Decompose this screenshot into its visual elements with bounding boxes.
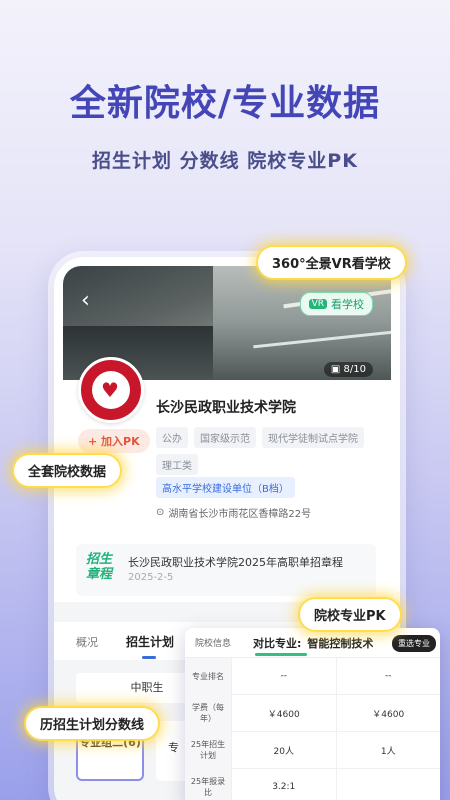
notice-date: 2025-2-5 <box>128 572 174 583</box>
heart-icon: ♥ <box>101 378 119 402</box>
back-chevron-icon[interactable]: ‹ <box>81 290 90 312</box>
page-headline: 全新院校/专业数据 <box>69 83 381 124</box>
compare-row-label: 25年招生计划 <box>185 731 231 769</box>
compare-row: 学费（每年） ￥4600 ￥4600 <box>185 694 441 732</box>
callout-pk: 院校专业PK <box>300 599 400 630</box>
tag-apprentice: 现代学徒制试点学院 <box>262 427 364 448</box>
reselect-major-button[interactable]: 重选专业 <box>392 635 436 652</box>
school-name: 长沙民政职业技术学院 <box>156 400 296 416</box>
compare-row-label: 25年报录比 <box>185 768 231 800</box>
compare-major-name: 智能控制技术 <box>307 636 374 650</box>
tab-plan-label: 招生计划 <box>126 635 175 649</box>
tag-national: 国家级示范 <box>194 427 256 448</box>
compare-value-a: -- <box>231 657 336 695</box>
compare-header: 院校信息 对比专业: 智能控制技术 重选专业 <box>185 628 440 658</box>
compare-value-b: 1人 <box>335 731 441 769</box>
notice-title: 长沙民政职业技术学院2025年高职单招章程 <box>128 556 343 569</box>
compare-col-label[interactable]: 对比专业: <box>253 635 301 651</box>
notice-badge: 招生章程 <box>86 552 113 582</box>
tag-science: 理工类 <box>156 454 198 475</box>
compare-value-b: -- <box>335 657 441 695</box>
callout-plan: 历招生计划分数线 <box>26 708 159 739</box>
photo-count-badge[interactable]: ▣ 8/10 <box>323 362 373 377</box>
tag-public: 公办 <box>156 427 188 448</box>
compare-value-a: ￥4600 <box>231 694 336 732</box>
vr-label: 看学校 <box>331 298 364 311</box>
school-address[interactable]: ⊙ 湖南省长沙市雨花区香樟路22号 <box>156 505 311 520</box>
tag-high-level: 高水平学校建设单位（B档） <box>156 477 295 498</box>
compare-value-a: 20人 <box>231 731 336 769</box>
tab-active-indicator <box>142 656 156 659</box>
callout-data: 全套院校数据 <box>14 455 121 486</box>
compare-row: 25年招生计划 20人 1人 <box>185 731 441 769</box>
vr-view-button[interactable]: VR 看学校 <box>299 292 373 316</box>
compare-value-b: ￥4600 <box>335 694 441 732</box>
tab-plan[interactable]: 招生计划 <box>98 622 174 660</box>
vr-tag: VR <box>308 299 327 309</box>
tab-overview[interactable]: 概况 <box>54 622 98 660</box>
school-logo: ♥ <box>78 357 144 423</box>
address-text: 湖南省长沙市雨花区香樟路22号 <box>168 509 312 520</box>
image-icon: ▣ <box>330 364 344 375</box>
school-tags: 公办 国家级示范 现代学徒制试点学院 理工类 <box>156 427 386 475</box>
compare-row-label: 专业排名 <box>185 657 231 695</box>
callout-vr: 360°全景VR看学校 <box>258 247 405 278</box>
page-subline: 招生计划 分数线 院校专业PK <box>92 150 358 172</box>
compare-row: 25年报录比 3.2:1 <box>185 768 441 800</box>
major-compare-panel: 院校信息 对比专业: 智能控制技术 重选专业 专业排名 -- -- 学费（每年）… <box>185 628 440 800</box>
compare-col-school[interactable]: 院校信息 <box>185 636 241 649</box>
photo-count-text: 8/10 <box>343 364 366 375</box>
location-pin-icon: ⊙ <box>156 507 165 518</box>
compare-value-b <box>335 768 441 800</box>
compare-row: 专业排名 -- -- <box>185 657 441 695</box>
compare-value-a: 3.2:1 <box>231 768 336 800</box>
admission-notice-card[interactable]: 招生章程 长沙民政职业技术学院2025年高职单招章程 2025-2-5 <box>76 544 376 596</box>
add-pk-button[interactable]: + 加入PK <box>78 429 150 453</box>
compare-row-label: 学费（每年） <box>185 694 231 732</box>
compare-active-indicator <box>255 653 307 656</box>
